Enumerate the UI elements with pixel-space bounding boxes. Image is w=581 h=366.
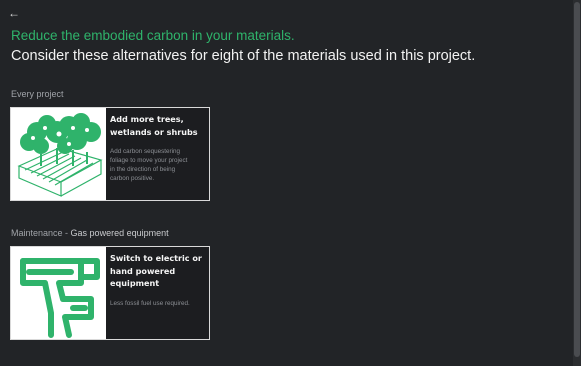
trees-wetlands-icon [11,108,106,200]
scrollbar-track[interactable] [573,0,581,366]
card-description-line: in the direction of being [110,166,176,173]
card-title-line: Add more trees, [110,114,184,124]
arrow-left-icon: ← [8,6,20,20]
section-label-emphasis: Gas powered equipment [70,228,169,238]
card-title-line: equipment [110,278,160,288]
card-description-line: carbon positive. [110,175,155,182]
card-add-trees[interactable]: Add more trees, wetlands or shrubs Add c… [10,107,210,201]
power-drill-icon [11,247,106,339]
card-switch-electric[interactable]: Switch to electric or hand powered equip… [10,246,210,340]
scrollbar-thumb[interactable] [574,2,580,357]
card-title-line: hand powered [110,265,176,276]
section-label-every-project: Every project [11,89,64,99]
card-description-line: foliage to move your project [110,157,188,164]
card-title-line: wetlands or shrubs [110,126,198,137]
card-description-line: Add carbon sequestering [110,148,181,155]
card-description-line: Less fossil fuel use required. [110,299,190,307]
headline: Reduce the embodied carbon in your mater… [11,28,295,43]
card-title-line: Switch to electric or [110,253,202,263]
subhead: Consider these alternatives for eight of… [11,48,476,64]
back-button[interactable]: ← [8,6,22,20]
section-label-maintenance: Maintenance - Gas powered equipment [11,228,169,238]
section-label-prefix: Maintenance - [11,228,71,238]
